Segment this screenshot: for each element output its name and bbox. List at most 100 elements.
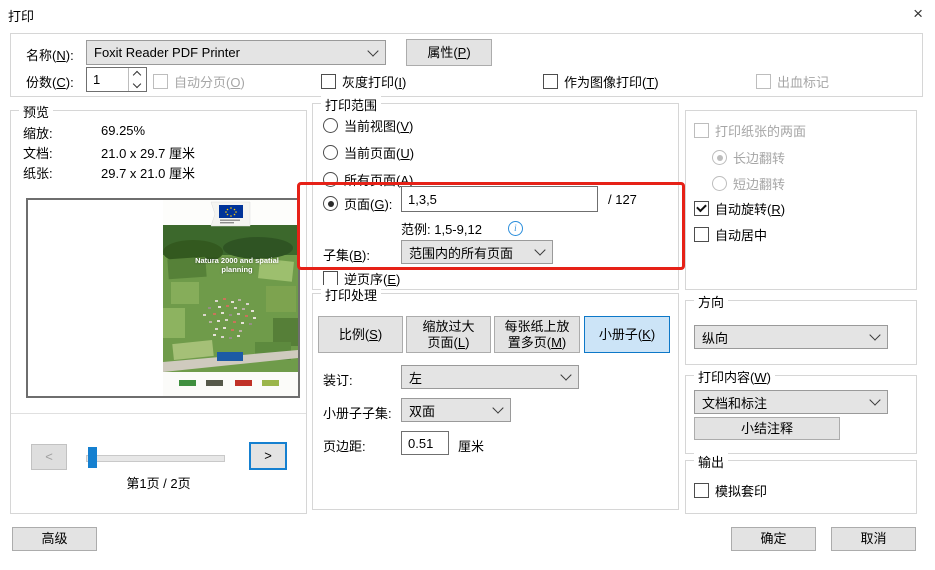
preview-group: 预览 缩放: 69.25% 文档: 21.0 x 29.7 厘米 纸张: 29.… bbox=[10, 102, 307, 514]
shrink-oversized-button[interactable]: 缩放过大 页面(L) bbox=[406, 316, 491, 353]
radio-icon bbox=[323, 145, 338, 160]
checkbox-icon bbox=[153, 74, 168, 89]
radio-current-view[interactable]: 当前视图(V) bbox=[323, 116, 413, 135]
booklet-subset-label: 小册子子集: bbox=[323, 406, 392, 421]
duplex-group: 打印纸张的两面 长边翻转 短边翻转 自动旋转(R) 自动居中 bbox=[685, 110, 917, 290]
stepper-up-icon[interactable] bbox=[129, 68, 146, 80]
document-label: 文档: bbox=[23, 146, 53, 161]
orientation-select[interactable]: 纵向 bbox=[694, 325, 888, 349]
grayscale-checkbox[interactable]: 灰度打印(I) bbox=[321, 72, 406, 91]
printer-name-label: 名称(N): bbox=[26, 48, 74, 63]
document-row: 文档: bbox=[23, 143, 53, 162]
margin-input[interactable]: 0.51 bbox=[401, 431, 449, 455]
radio-icon bbox=[712, 176, 727, 191]
close-icon[interactable]: × bbox=[913, 4, 923, 24]
auto-rotate-checkbox[interactable]: 自动旋转(R) bbox=[694, 199, 785, 218]
orientation-group-label: 方向 bbox=[694, 292, 729, 311]
paper-value: 29.7 x 21.0 厘米 bbox=[101, 166, 195, 181]
radio-icon bbox=[323, 172, 338, 187]
copies-value: 1 bbox=[93, 72, 101, 87]
pages-input[interactable]: 1,3,5 bbox=[401, 186, 598, 212]
printer-name-value: Foxit Reader PDF Printer bbox=[94, 45, 240, 60]
zoom-value: 69.25% bbox=[101, 123, 146, 138]
page-slider-track[interactable] bbox=[86, 455, 225, 462]
cover-title-text: Natura 2000 and spatial planning bbox=[195, 256, 279, 274]
long-edge-radio[interactable]: 长边翻转 bbox=[712, 148, 785, 167]
scale-mode-button[interactable]: 比例(S) bbox=[318, 316, 403, 353]
printer-name-row: 名称(N): bbox=[26, 45, 74, 64]
checkbox-icon bbox=[694, 227, 709, 242]
booklet-subset-label-row: 小册子子集: bbox=[323, 403, 392, 422]
printer-group: 名称(N): Foxit Reader PDF Printer 属性(P) 份数… bbox=[10, 33, 923, 97]
print-handling-group: 打印处理 比例(S) 缩放过大 页面(L) 每张纸上放 置多页(M) 小册子(K… bbox=[312, 285, 679, 510]
both-sides-checkbox[interactable]: 打印纸张的两面 bbox=[694, 121, 806, 140]
checkmark-icon bbox=[696, 201, 707, 213]
checkbox-icon bbox=[694, 483, 709, 498]
chevron-down-icon bbox=[534, 244, 546, 256]
simulate-overprint-checkbox[interactable]: 模拟套印 bbox=[694, 481, 767, 500]
margin-unit: 厘米 bbox=[458, 439, 485, 454]
page-slider-handle[interactable] bbox=[88, 447, 97, 468]
radio-current-page[interactable]: 当前页面(U) bbox=[323, 143, 414, 162]
zoom-label: 缩放: bbox=[23, 126, 53, 141]
radio-icon bbox=[323, 196, 338, 211]
bleed-marks-checkbox[interactable]: 出血标记 bbox=[756, 72, 829, 91]
collate-checkbox[interactable]: 自动分页(O) bbox=[153, 72, 245, 91]
multiple-pages-button[interactable]: 每张纸上放 置多页(M) bbox=[494, 316, 580, 353]
print-as-image-checkbox[interactable]: 作为图像打印(T) bbox=[543, 72, 659, 91]
dialog-title: 打印 bbox=[8, 9, 35, 24]
advanced-button[interactable]: 高级 bbox=[12, 527, 97, 551]
binding-label: 装订: bbox=[323, 373, 353, 388]
previous-page-button[interactable]: < bbox=[31, 444, 67, 470]
stepper-down-icon[interactable] bbox=[129, 79, 146, 92]
preview-group-label: 预览 bbox=[19, 102, 54, 121]
summarize-comments-button[interactable]: 小结注释 bbox=[694, 417, 840, 440]
copies-stepper[interactable]: 1 bbox=[86, 67, 147, 92]
orientation-group: 方向 纵向 bbox=[685, 292, 917, 365]
print-content-select[interactable]: 文档和标注 bbox=[694, 390, 888, 414]
preview-separator bbox=[11, 413, 306, 414]
booklet-mode-button[interactable]: 小册子(K) bbox=[584, 316, 670, 353]
paper-label: 纸张: bbox=[23, 166, 53, 181]
binding-label-row: 装订: bbox=[323, 370, 353, 389]
info-icon[interactable]: i bbox=[507, 221, 523, 236]
short-edge-radio[interactable]: 短边翻转 bbox=[712, 174, 785, 193]
checkbox-icon bbox=[694, 201, 709, 216]
print-handling-group-label: 打印处理 bbox=[321, 285, 382, 304]
booklet-subset-select[interactable]: 双面 bbox=[401, 398, 511, 422]
copies-label-row: 份数(C): bbox=[26, 72, 74, 91]
checkbox-icon bbox=[323, 271, 338, 286]
checkbox-icon bbox=[756, 74, 771, 89]
radio-pages[interactable]: 页面(G): bbox=[323, 194, 392, 213]
cancel-button[interactable]: 取消 bbox=[831, 527, 916, 551]
binding-select[interactable]: 左 bbox=[401, 365, 579, 389]
zoom-row: 缩放: bbox=[23, 123, 53, 142]
print-dialog: { "window": { "title": "打印", "close_icon… bbox=[0, 0, 935, 570]
output-group: 输出 模拟套印 bbox=[685, 452, 917, 514]
next-page-button[interactable]: > bbox=[249, 442, 287, 470]
print-content-group: 打印内容(W) 文档和标注 小结注释 bbox=[685, 367, 917, 454]
subset-label-row: 子集(B): bbox=[323, 245, 370, 264]
chevron-down-icon bbox=[560, 369, 572, 381]
print-content-group-label: 打印内容(W) bbox=[694, 367, 775, 386]
radio-all-pages[interactable]: 所有页面(A) bbox=[323, 170, 413, 189]
subset-select[interactable]: 范围内的所有页面 bbox=[401, 240, 553, 264]
auto-center-checkbox[interactable]: 自动居中 bbox=[694, 225, 767, 244]
pages-example-text: 范例: 1,5-9,12 bbox=[401, 222, 482, 237]
copies-arrows bbox=[128, 68, 146, 91]
preview-cover-image: Natura 2000 and spatial planning bbox=[163, 200, 298, 396]
ok-button[interactable]: 确定 bbox=[731, 527, 816, 551]
print-range-group-label: 打印范围 bbox=[321, 95, 382, 114]
subset-label: 子集(B): bbox=[323, 248, 370, 263]
printer-name-select[interactable]: Foxit Reader PDF Printer bbox=[86, 40, 386, 65]
checkbox-icon bbox=[543, 74, 558, 89]
pages-example-row: 范例: 1,5-9,12 i bbox=[401, 219, 523, 238]
print-range-group: 打印范围 当前视图(V) 当前页面(U) 所有页面(A) 页面(G): 1,3,… bbox=[312, 95, 679, 290]
radio-icon bbox=[712, 150, 727, 165]
chevron-down-icon bbox=[869, 329, 881, 341]
copies-label: 份数(C): bbox=[26, 75, 74, 90]
preview-page: Natura 2000 and spatial planning bbox=[26, 198, 300, 398]
radio-icon bbox=[323, 118, 338, 133]
properties-button[interactable]: 属性(P) bbox=[406, 39, 492, 66]
chevron-down-icon bbox=[869, 394, 881, 406]
